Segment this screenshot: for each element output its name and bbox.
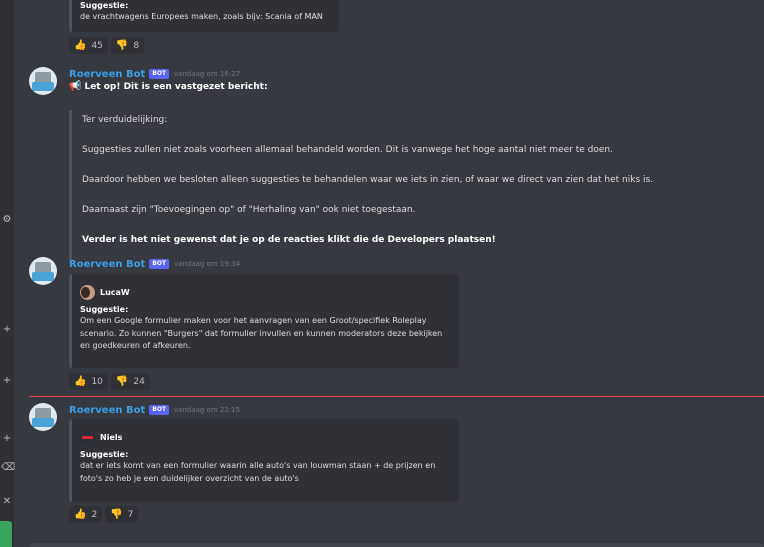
bot-badge: BOT — [149, 69, 170, 79]
chat-message: Roerveen Bot BOT vandaag om 16:27 📢 Let … — [29, 67, 764, 260]
embed-author: Niels — [80, 429, 451, 445]
message-input[interactable] — [29, 543, 764, 547]
add-icon[interactable]: + — [1, 374, 13, 388]
timestamp: vandaag om 19:34 — [174, 260, 241, 268]
thumbs-down-icon: 👎 — [115, 375, 129, 387]
quote-line: Verder is het niet gewenst dat je op de … — [82, 235, 496, 245]
embed-field-name: Suggestie: — [80, 305, 129, 314]
quote-block: Ter verduidelijking: Suggesties zullen n… — [69, 110, 689, 260]
reaction-thumbs-down[interactable]: 👎 7 — [105, 506, 139, 523]
embed-author: LucaW — [80, 284, 451, 300]
reaction-thumbs-down[interactable]: 👎 8 — [110, 37, 145, 54]
chat-message: Roerveen Bot BOT vandaag om 19:34 LucaW … — [29, 257, 764, 392]
quote-line: Suggesties zullen niet zoals voorheen al… — [82, 145, 613, 155]
thumbs-down-icon: 👎 — [110, 508, 123, 520]
quote-line: Ter verduidelijking: — [82, 115, 168, 125]
backspace-icon[interactable]: ⌫ — [1, 461, 15, 475]
close-icon[interactable]: ✕ — [1, 495, 13, 509]
timestamp: vandaag om 22:15 — [174, 406, 241, 414]
reaction-thumbs-up[interactable]: 👍 2 — [69, 506, 103, 523]
reaction-count: 2 — [91, 509, 98, 520]
quote-line: Daarnaast zijn "Toevoegingen op" of "Her… — [82, 205, 416, 215]
pinned-alert: 📢 Let op! Dit is een vastgezet bericht: — [69, 81, 268, 92]
new-messages-divider — [29, 396, 764, 397]
embed-field-value: Om een Google formulier maken voor het a… — [80, 316, 427, 325]
reaction-count: 8 — [133, 40, 140, 51]
username[interactable]: Roerveen Bot — [69, 69, 145, 80]
embed-field-value: dat er iets komt van een formulier waari… — [80, 461, 436, 470]
username[interactable]: Roerveen Bot — [69, 405, 145, 416]
reaction-count: 24 — [133, 376, 145, 387]
author-name: LucaW — [100, 287, 130, 297]
add-icon[interactable]: + — [1, 432, 13, 446]
reaction-thumbs-down[interactable]: 👎 24 — [110, 373, 150, 390]
message-header: Roerveen Bot BOT vandaag om 16:27 — [69, 67, 240, 81]
reaction-count: 45 — [91, 40, 103, 51]
channel-sidebar-edge: ⚙ + + + ⌫ ✕ — [0, 0, 15, 547]
suggestion-embed: Suggestie: de vrachtwagens Europees make… — [69, 0, 339, 32]
thumbs-up-icon: 👍 — [74, 508, 87, 520]
add-icon[interactable]: + — [1, 323, 13, 337]
chat-message: Roerveen Bot BOT vandaag om 22:15 Niels … — [29, 403, 764, 525]
reaction-count: 10 — [91, 376, 103, 387]
thumbs-down-icon: 👎 — [115, 39, 129, 51]
bot-badge: BOT — [149, 405, 170, 415]
megaphone-icon: 📢 — [69, 81, 82, 92]
embed-field-value: en goedkeuren of afkeuren. — [80, 341, 191, 350]
timestamp: vandaag om 16:27 — [174, 70, 241, 78]
reaction-thumbs-up[interactable]: 👍 10 — [69, 373, 108, 390]
author-name: Niels — [100, 432, 123, 442]
author-avatar — [80, 429, 95, 445]
avatar[interactable] — [29, 67, 57, 95]
author-avatar — [80, 284, 95, 300]
reaction-bar: 👍 10 👎 24 — [69, 373, 150, 390]
quote-line: Daardoor hebben we besloten alleen sugge… — [82, 175, 654, 185]
embed-field-value: de vrachtwagens Europees maken, zoals bi… — [80, 12, 323, 21]
reaction-thumbs-up[interactable]: 👍 45 — [69, 37, 108, 54]
settings-icon[interactable]: ⚙ — [1, 213, 13, 227]
username[interactable]: Roerveen Bot — [69, 259, 145, 270]
avatar[interactable] — [29, 403, 57, 431]
embed-field-value: scenario. Zo kunnen "Burgers" dat formul… — [80, 328, 443, 338]
embed-field-value: foto's zo heb je een duidelijker overzic… — [80, 473, 299, 483]
message-header: Roerveen Bot BOT vandaag om 22:15 — [69, 403, 240, 417]
message-header: Roerveen Bot BOT vandaag om 19:34 — [69, 257, 240, 271]
reaction-bar: 👍 2 👎 7 — [69, 506, 139, 523]
embed-field-name: Suggestie: — [80, 450, 129, 459]
thumbs-up-icon: 👍 — [74, 39, 87, 51]
alert-text: Let op! Dit is een vastgezet bericht: — [84, 81, 268, 92]
thumbs-up-icon: 👍 — [74, 375, 87, 387]
suggestion-embed: LucaW Suggestie: Om een Google formulier… — [69, 274, 459, 368]
avatar[interactable] — [29, 257, 57, 285]
suggestion-embed: Niels Suggestie: dat er iets komt van ee… — [69, 419, 459, 502]
embed-field-name: Suggestie: — [80, 1, 129, 10]
bot-badge: BOT — [149, 259, 170, 269]
online-indicator — [0, 521, 12, 547]
reaction-bar: 👍 45 👎 8 — [69, 37, 145, 54]
reaction-count: 7 — [127, 509, 134, 520]
